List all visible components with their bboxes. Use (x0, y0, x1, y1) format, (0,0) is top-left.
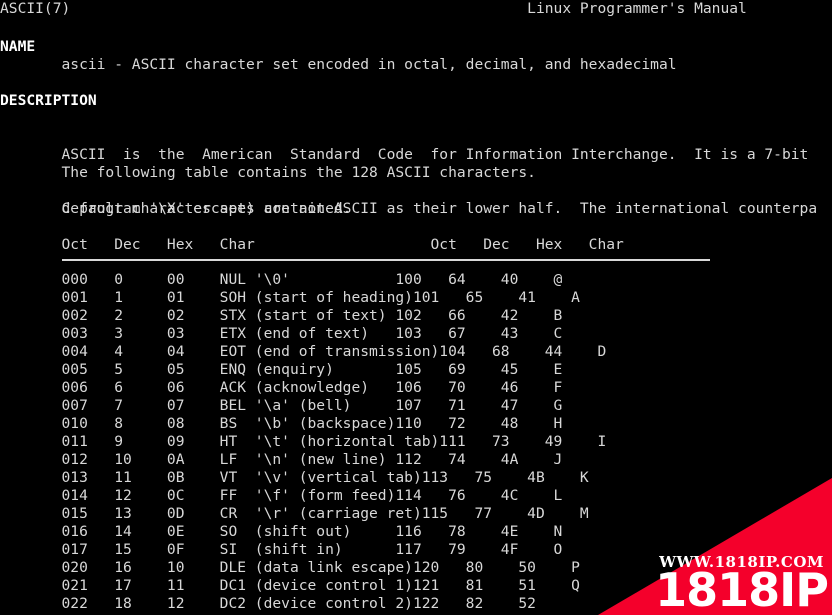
manpage-header-line: ASCII(7) Linux Programmer's Manual (0, 0, 747, 17)
ascii-table-row: 002 2 02 STX (start of text) 102 66 42 B (0, 307, 563, 324)
ascii-table-row: 017 15 0F SI (shift in) 117 79 4F O (0, 541, 563, 558)
ascii-table-row: 021 17 11 DC1 (device control 1)121 81 5… (0, 577, 580, 594)
ascii-table-row: 013 11 0B VT '\v' (vertical tab)113 75 4… (0, 469, 589, 486)
terminal-text-layer: ASCII(7) Linux Programmer's Manual NAME … (0, 0, 832, 612)
ascii-table-row: 022 18 12 DC2 (device control 2)122 82 5… (0, 595, 572, 612)
ascii-table-row: 005 5 05 ENQ (enquiry) 105 69 45 E (0, 361, 563, 378)
ascii-table-row: 020 16 10 DLE (data link escape)120 80 5… (0, 559, 580, 576)
ascii-table-row: 006 6 06 ACK (acknowledge) 106 70 46 F (0, 379, 563, 396)
watermark-brand-text: 1818IP (655, 563, 829, 615)
ascii-table-row: 000 0 00 NUL '\0' 100 64 40 @ (0, 271, 563, 288)
ascii-table-row: 012 10 0A LF '\n' (new line) 112 74 4A J (0, 451, 563, 468)
section-body-name: ascii - ASCII character set encoded in o… (0, 56, 677, 73)
watermark-url-text: WWW.1818IP.COM (659, 553, 824, 571)
ascii-table-row: 010 8 08 BS '\b' (backspace)110 72 48 H (0, 415, 563, 432)
ascii-table-row: 016 14 0E SO (shift out) 116 78 4E N (0, 523, 563, 540)
ascii-table-row: 003 3 03 ETX (end of text) 103 67 43 C (0, 325, 563, 342)
table-intro-text: The following table contains the 128 ASC… (0, 164, 536, 181)
ascii-table-row: 004 4 04 EOT (end of transmission)104 68… (0, 343, 607, 360)
ascii-table-row: 011 9 09 HT '\t' (horizontal tab)111 73 … (0, 433, 607, 450)
ascii-table-row: 015 13 0D CR '\r' (carriage ret)115 77 4… (0, 505, 589, 522)
section-heading-description: DESCRIPTION (0, 92, 97, 109)
section-heading-name: NAME (0, 38, 36, 55)
description-line-1: ASCII is the American Standard Code for … (0, 146, 809, 163)
ascii-table-body: 000 0 00 NUL '\0' 100 64 40 @ 001 1 01 S… (0, 271, 607, 613)
ascii-table-row: 014 12 0C FF '\f' (form feed)114 76 4C L (0, 487, 563, 504)
ascii-table-row: 007 7 07 BEL '\a' (bell) 107 71 47 G (0, 397, 563, 414)
terminal-screen[interactable]: ASCII(7) Linux Programmer's Manual NAME … (0, 0, 832, 615)
table-header-rule (62, 259, 710, 261)
section-body-description: ASCII is the American Standard Code for … (0, 110, 818, 254)
escape-note-text: C program '\X' escapes are noted. (0, 200, 352, 217)
ascii-table-row: 001 1 01 SOH (start of heading)101 65 41… (0, 289, 580, 306)
ascii-table-header: Oct Dec Hex Char Oct Dec Hex Char (0, 236, 624, 253)
